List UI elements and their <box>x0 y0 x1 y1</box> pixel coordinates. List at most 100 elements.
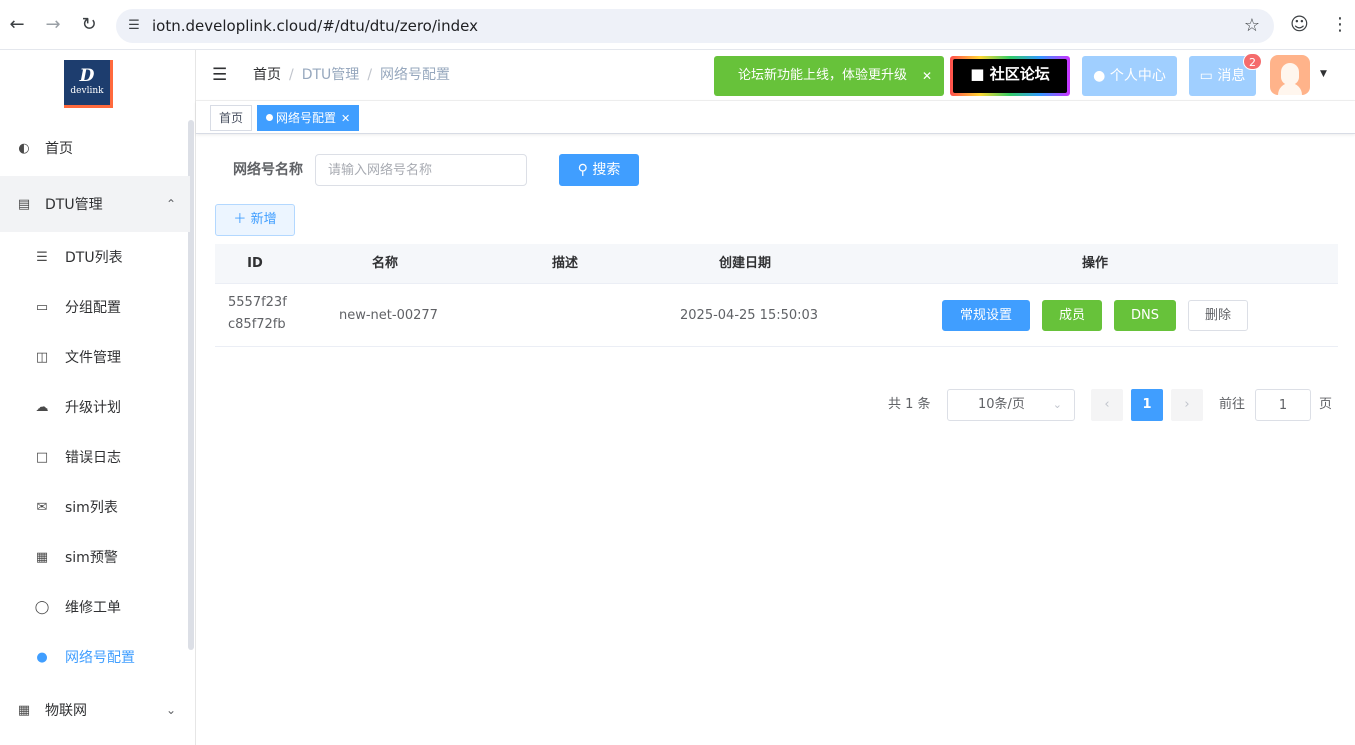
active-dot-icon <box>266 114 273 121</box>
cloud-upload-icon: ☁ <box>35 399 49 415</box>
sidebar-item-label: sim列表 <box>65 500 118 516</box>
search-label: 网络号名称 <box>233 162 303 178</box>
column-header-actions: 操作 <box>1081 256 1108 271</box>
profile-icon[interactable]: ☺ <box>1290 14 1309 35</box>
sidebar-item-label: 维修工单 <box>65 600 121 616</box>
chevron-up-icon: ⌃ <box>165 197 176 211</box>
network-name-input[interactable] <box>315 154 527 186</box>
messages-label: 消息 <box>1217 68 1246 84</box>
close-icon[interactable]: ✕ <box>922 56 932 96</box>
delete-button[interactable]: 删除 <box>1188 300 1248 331</box>
sidebar-item-label: 首页 <box>45 141 73 157</box>
more-menu-icon[interactable]: ⋮ <box>1331 14 1349 35</box>
page-unit-label: 页 <box>1319 397 1333 412</box>
back-arrow-icon[interactable]: ← <box>6 14 28 36</box>
server-icon: ▤ <box>17 196 31 212</box>
dns-button[interactable]: DNS <box>1114 300 1176 331</box>
sidebar-item-iot[interactable]: ▦ 物联网 ⌄ <box>0 685 190 735</box>
sidebar: D devlink ◐ 首页 ▤ DTU管理 ⌃ ☰ DTU列表 ▭ 分组配置 … <box>0 50 196 745</box>
add-button[interactable]: ＋ 新增 <box>215 204 295 236</box>
goto-label: 前往 <box>1219 397 1246 412</box>
sidebar-item-repair-order[interactable]: ◯ 维修工单 <box>0 582 190 632</box>
forum-button[interactable]: ■ 社区论坛 <box>950 56 1070 96</box>
sidebar-item-label: DTU管理 <box>45 197 103 213</box>
sidebar-item-network-config[interactable]: ● 网络号配置 <box>0 632 190 682</box>
sidebar-item-upgrade-plan[interactable]: ☁ 升级计划 <box>0 382 190 432</box>
sidebar-item-dtu-management[interactable]: ▤ DTU管理 ⌃ <box>0 176 190 232</box>
tag-home[interactable]: 首页 <box>210 105 253 131</box>
sidebar-item-file-management[interactable]: ◫ 文件管理 <box>0 332 190 382</box>
user-icon: ● <box>1093 68 1110 84</box>
chat-icon: ■ <box>970 65 990 83</box>
address-bar[interactable]: ☰ iotn.developlink.cloud/#/dtu/dtu/zero/… <box>116 9 1274 43</box>
sidebar-item-label: 分组配置 <box>65 300 121 316</box>
search-icon: ⚲ <box>577 162 593 178</box>
bookmark-star-icon[interactable]: ☆ <box>1244 15 1260 36</box>
notice-banner: 论坛新功能上线，体验更升级 ✕ <box>714 56 944 96</box>
sidebar-item-label: sim预警 <box>65 550 118 566</box>
tags-view: 首页 网络号配置 ✕ <box>196 101 1355 134</box>
next-page-button[interactable]: › <box>1171 389 1203 421</box>
sidebar-item-home[interactable]: ◐ 首页 <box>0 123 190 173</box>
sidebar-item-dtu-list[interactable]: ☰ DTU列表 <box>0 232 190 282</box>
column-header-desc: 描述 <box>551 256 578 271</box>
plus-icon: ＋ <box>233 212 251 227</box>
pagination-total: 共 1 条 <box>888 397 931 412</box>
close-icon[interactable]: ✕ <box>341 112 350 125</box>
dashboard-icon: ◐ <box>18 140 30 156</box>
page-number-button[interactable]: 1 <box>1131 389 1163 421</box>
sidebar-item-label: 文件管理 <box>65 350 121 366</box>
column-header-id: ID <box>247 256 263 271</box>
chevron-down-icon: ⌄ <box>1052 398 1062 411</box>
breadcrumb-item-current: 网络号配置 <box>380 67 451 83</box>
breadcrumb-item-home[interactable]: 首页 <box>253 67 281 83</box>
search-button[interactable]: ⚲ 搜索 <box>559 154 639 186</box>
columns-icon: ◫ <box>35 349 49 365</box>
general-settings-button[interactable]: 常规设置 <box>942 300 1030 331</box>
chart-icon: ▦ <box>35 549 49 565</box>
list-icon: ☰ <box>36 249 48 265</box>
sidebar-item-error-log[interactable]: □ 错误日志 <box>0 432 190 482</box>
forward-arrow-icon[interactable]: → <box>42 14 64 36</box>
profile-center-label: 个人中心 <box>1109 68 1166 84</box>
mail-icon: ✉ <box>36 499 48 515</box>
sidebar-item-label: 网络号配置 <box>65 650 135 666</box>
url-text[interactable]: iotn.developlink.cloud/#/dtu/dtu/zero/in… <box>152 9 478 43</box>
user-icon: ● <box>36 649 48 665</box>
messages-count-badge: 2 <box>1243 53 1262 70</box>
sidebar-item-group-config[interactable]: ▭ 分组配置 <box>0 282 190 332</box>
avatar[interactable] <box>1270 55 1310 95</box>
monitor-icon: ▭ <box>35 299 49 315</box>
browser-toolbar: ← → ↻ ☰ iotn.developlink.cloud/#/dtu/dtu… <box>0 0 1355 50</box>
caret-down-icon[interactable]: ▼ <box>1320 69 1327 79</box>
grid-icon: ▦ <box>17 702 31 718</box>
chevron-down-icon: ⌄ <box>165 703 176 717</box>
breadcrumb-item-dtu[interactable]: DTU管理 <box>302 67 360 83</box>
site-settings-icon[interactable]: ☰ <box>124 16 144 36</box>
cell-created: 2025-04-25 15:50:03 <box>680 308 819 323</box>
menu-toggle-icon[interactable]: ☰ <box>212 65 227 85</box>
table-header: ID 名称 描述 创建日期 操作 <box>215 244 1338 284</box>
network-table: ID 名称 描述 创建日期 操作 5557f23f c85f72fb new-n… <box>215 244 1338 347</box>
prev-page-button[interactable]: ‹ <box>1091 389 1123 421</box>
goto-page-input[interactable] <box>1255 389 1311 421</box>
breadcrumb: 首页 / DTU管理 / 网络号配置 <box>253 67 451 83</box>
notice-text: 论坛新功能上线，体验更升级 <box>738 68 908 83</box>
members-button[interactable]: 成员 <box>1042 300 1102 331</box>
sidebar-item-label: 物联网 <box>45 703 87 719</box>
forum-button-label: 社区论坛 <box>989 65 1050 83</box>
cell-id: 5557f23f c85f72fb <box>228 295 287 332</box>
sidebar-item-sim-list[interactable]: ✉ sim列表 <box>0 482 190 532</box>
shield-icon: ◯ <box>34 599 50 615</box>
message-icon: ▭ <box>1199 68 1218 84</box>
reload-icon[interactable]: ↻ <box>78 14 100 36</box>
page-size-select[interactable]: 10条/页 ⌄ <box>947 389 1075 421</box>
sidebar-item-sim-alert[interactable]: ▦ sim预警 <box>0 532 190 582</box>
log-icon: □ <box>35 449 49 465</box>
logo[interactable]: D devlink <box>64 60 113 108</box>
tag-network-config[interactable]: 网络号配置 ✕ <box>257 105 360 131</box>
table-row: 5557f23f c85f72fb new-net-00277 2025-04-… <box>215 284 1338 347</box>
top-header: ☰ 首页 / DTU管理 / 网络号配置 论坛新功能上线，体验更升级 ✕ ■ 社区论坛 … <box>196 50 1355 101</box>
profile-center-button[interactable]: ● 个人中心 <box>1082 56 1177 96</box>
cell-name: new-net-00277 <box>339 308 438 323</box>
